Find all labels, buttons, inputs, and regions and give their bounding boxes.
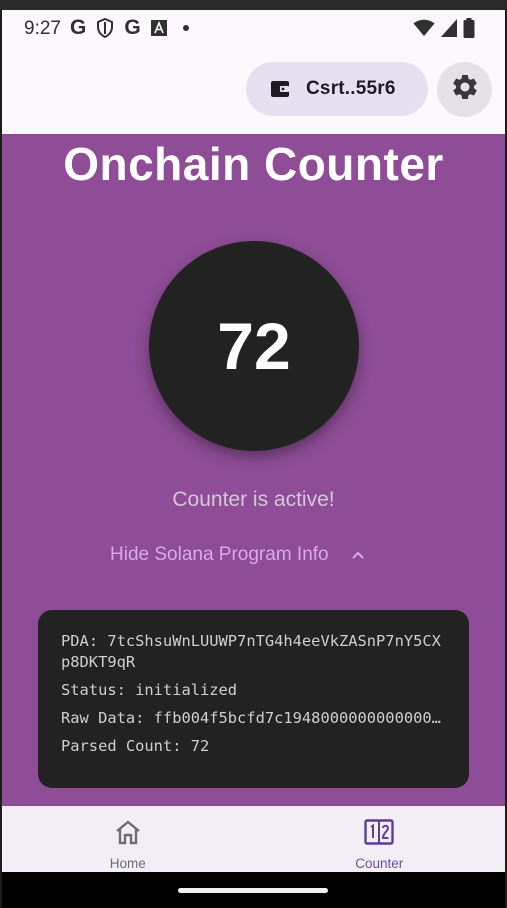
device-frame-top	[0, 0, 507, 10]
nav-label-counter: Counter	[355, 856, 404, 871]
shield-icon	[96, 18, 114, 38]
google-icon: G	[124, 16, 141, 39]
notification-icons: G G	[70, 17, 189, 39]
system-navigation-bar	[2, 872, 505, 908]
wallet-icon	[270, 80, 290, 98]
wallet-address-label: Csrt..55r6	[306, 78, 396, 99]
counter-value: 72	[217, 309, 291, 383]
status-time: 9:27	[24, 18, 61, 39]
wallet-button[interactable]: Csrt..55r6	[246, 62, 428, 116]
google-icon: G	[70, 16, 87, 39]
top-app-bar: Csrt..55r6	[2, 46, 505, 134]
settings-button[interactable]	[437, 62, 492, 117]
counter-display: 72	[149, 241, 359, 451]
program-info-card: PDA: 7tcShsuWnLUUWP7nTG4h4eeVkZASnP7nY5C…	[38, 610, 469, 788]
nav-label-home: Home	[109, 856, 146, 871]
bottom-navigation: Home Counter	[2, 806, 505, 872]
counter-icon	[364, 818, 394, 846]
status-bar: 9:27 G G	[2, 10, 505, 46]
gesture-handle[interactable]	[178, 888, 328, 893]
toggle-program-info-label: Hide Solana Program Info	[110, 544, 329, 565]
toggle-program-info-button[interactable]: Hide Solana Program Info	[110, 544, 365, 566]
wifi-icon	[413, 19, 435, 37]
nav-item-counter[interactable]: Counter	[254, 806, 506, 872]
pda-line: PDA: 7tcShsuWnLUUWP7nTG4h4eeVkZASnP7nY5C…	[61, 632, 441, 671]
nav-item-home[interactable]: Home	[2, 806, 254, 872]
status-line: Status: initialized	[61, 681, 238, 699]
chevron-up-icon	[351, 550, 365, 560]
home-icon	[114, 818, 142, 846]
signal-icon	[441, 19, 457, 37]
phone-screen: 9:27 G G Csrt..55r6 Onchain Counter 72 C…	[2, 10, 505, 908]
raw-data-line: Raw Data: ffb004f5bcfd7c1948000000000000…	[61, 709, 441, 727]
counter-status-text: Counter is active!	[172, 488, 335, 511]
battery-icon	[463, 18, 475, 38]
page-title: Onchain Counter	[63, 138, 444, 190]
dot-icon	[182, 25, 189, 31]
system-status-icons	[413, 18, 475, 38]
font-a-icon	[150, 20, 167, 36]
parsed-count-line: Parsed Count: 72	[61, 737, 210, 755]
gear-icon	[450, 72, 480, 107]
counter-screen: Onchain Counter 72 Counter is active! Hi…	[2, 134, 505, 806]
